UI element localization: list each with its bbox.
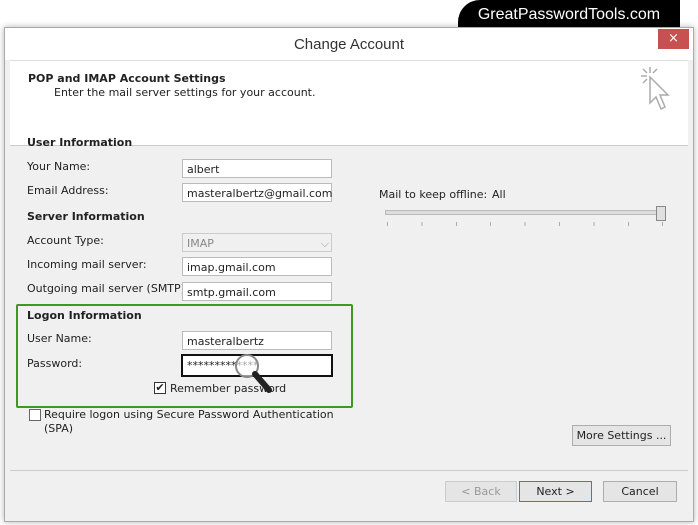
remember-password-checkbox[interactable]: ✔ xyxy=(154,382,166,394)
user-name-label: User Name: xyxy=(27,332,92,345)
incoming-label: Incoming mail server: xyxy=(27,258,147,271)
offline-slider-track[interactable] xyxy=(385,210,665,215)
watermark: GreatPasswordTools.com xyxy=(458,0,680,30)
back-button[interactable]: < Back xyxy=(445,481,517,502)
header-subtitle: Enter the mail server settings for your … xyxy=(54,86,316,99)
server-info-heading: Server Information xyxy=(27,210,145,223)
offline-value: All xyxy=(492,188,506,201)
password-label: Password: xyxy=(27,357,83,370)
email-input[interactable]: masteralbertz@gmail.com xyxy=(182,183,333,202)
chevron-down-icon: ⌵ xyxy=(320,237,329,250)
user-name-input[interactable]: masteralbertz xyxy=(182,331,332,350)
account-type-select: IMAP ⌵ xyxy=(182,233,332,252)
next-button[interactable]: Next > xyxy=(519,481,592,502)
change-account-dialog: Change Account × POP and IMAP Account Se… xyxy=(4,27,694,522)
spa-label: Require logon using Secure Password Auth… xyxy=(44,408,334,435)
slider-ticks xyxy=(387,222,663,226)
logon-info-heading: Logon Information xyxy=(27,309,142,322)
cursor-click-icon xyxy=(641,67,670,111)
offline-slider-thumb[interactable] xyxy=(656,206,666,221)
remember-password-label: Remember password xyxy=(170,382,287,395)
outgoing-server-input[interactable]: smtp.gmail.com xyxy=(182,282,332,301)
account-type-label: Account Type: xyxy=(27,234,104,247)
header-title: POP and IMAP Account Settings xyxy=(28,72,226,85)
divider xyxy=(10,470,688,471)
account-type-value: IMAP xyxy=(187,237,214,250)
user-info-heading: User Information xyxy=(27,136,133,149)
more-settings-button[interactable]: More Settings ... xyxy=(572,425,671,446)
name-label: Your Name: xyxy=(27,160,91,173)
window-title: Change Account xyxy=(5,28,693,60)
incoming-server-input[interactable]: imap.gmail.com xyxy=(182,257,332,276)
name-input[interactable]: albert xyxy=(182,159,332,178)
checkmark-icon: ✔ xyxy=(155,381,165,394)
outgoing-label: Outgoing mail server (SMTP): xyxy=(27,282,189,295)
cancel-button[interactable]: Cancel xyxy=(603,481,677,502)
email-label: Email Address: xyxy=(27,184,109,197)
close-button[interactable]: × xyxy=(658,29,689,49)
spa-checkbox[interactable] xyxy=(29,409,41,421)
offline-label: Mail to keep offline: xyxy=(379,188,488,201)
